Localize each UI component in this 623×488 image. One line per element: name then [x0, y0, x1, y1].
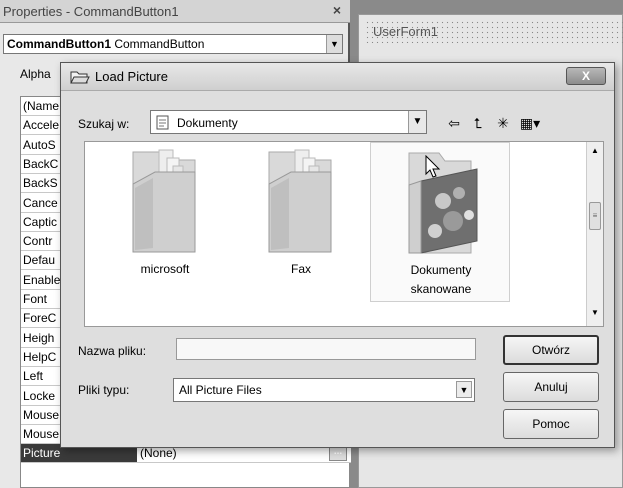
look-in-combo[interactable]: Dokumenty ▼ [150, 110, 427, 134]
property-name: AutoS [23, 137, 56, 152]
scroll-down-icon[interactable]: ▼ [587, 308, 603, 320]
property-name: HelpC [23, 349, 57, 364]
look-in-value: Dokumenty [177, 116, 238, 130]
file-list[interactable]: microsoft Fax Dokumenty skanowane ▲ ≡ ▼ [84, 141, 604, 327]
property-name: Defau [23, 253, 56, 268]
property-name: Heigh [23, 330, 55, 345]
open-folder-icon [70, 71, 90, 84]
dialog-title-bar[interactable]: Load Picture X [61, 63, 614, 91]
list-item[interactable]: microsoft [95, 142, 235, 302]
back-icon[interactable]: ⇦ [444, 113, 464, 133]
document-folder-icon [156, 115, 169, 130]
views-menu-icon[interactable]: ▦▾ [516, 113, 544, 133]
file-name: microsoft [140, 262, 190, 276]
object-selector[interactable]: CommandButton1 CommandButton ▼ [3, 34, 343, 54]
look-in-label: Szukaj w: [78, 117, 130, 131]
dialog-title: Load Picture [95, 69, 168, 84]
scroll-thumb[interactable]: ≡ [589, 202, 601, 230]
filetype-label: Pliki typu: [78, 383, 130, 397]
list-item[interactable]: Fax [231, 142, 371, 302]
properties-title: Properties - CommandButton1 [3, 4, 179, 19]
tab-alphabetic[interactable]: Alpha [12, 64, 62, 84]
property-name: Accele [23, 118, 60, 133]
property-name: Locke [23, 388, 56, 403]
folder-icon [132, 149, 196, 253]
file-name: Fax [290, 262, 311, 276]
property-name: BackC [23, 156, 59, 171]
file-list-scrollbar[interactable]: ▲ ≡ ▼ [586, 142, 603, 326]
load-picture-dialog: Load Picture X Szukaj w: Dokumenty ▼ ⇦ ⮤… [60, 62, 615, 448]
property-name: (Name [23, 99, 60, 113]
mouse-cursor-icon [425, 155, 441, 178]
property-name: Picture [23, 446, 61, 461]
property-name: Font [23, 292, 48, 306]
filetype-value: All Picture Files [179, 383, 262, 397]
property-name: Left [23, 369, 44, 384]
object-type: CommandButton [114, 37, 205, 51]
help-button[interactable]: Pomoc [503, 409, 599, 439]
object-name: CommandButton1 [7, 37, 111, 51]
dialog-close-button[interactable]: X [566, 67, 606, 85]
property-name: Mouse [23, 407, 60, 422]
property-name: Contr [23, 234, 53, 249]
filetype-select[interactable]: All Picture Files ▼ [173, 378, 475, 402]
property-name: Enable [23, 272, 61, 287]
open-button[interactable]: Otwórz [503, 335, 599, 365]
file-name: Dokumenty skanowane [410, 263, 472, 296]
properties-close-button[interactable]: × [329, 2, 345, 18]
chevron-down-icon[interactable]: ▼ [326, 35, 342, 53]
userform-title: UserForm1 [365, 21, 623, 43]
chevron-down-icon[interactable]: ▼ [456, 381, 472, 398]
property-name: Cance [23, 195, 58, 210]
properties-title-bar: Properties - CommandButton1 × [0, 0, 350, 23]
filename-input[interactable] [176, 338, 476, 360]
up-folder-icon[interactable]: ⮤ [468, 113, 488, 133]
new-folder-icon[interactable]: ✳ [493, 113, 513, 133]
property-name: BackS [23, 176, 58, 191]
scroll-up-icon[interactable]: ▲ [587, 146, 603, 158]
folder-icon [268, 149, 332, 253]
cancel-button[interactable]: Anuluj [503, 372, 599, 402]
property-name: ForeC [23, 311, 57, 326]
property-name: Captic [23, 214, 58, 229]
chevron-down-icon[interactable]: ▼ [408, 111, 426, 133]
filename-label: Nazwa pliku: [78, 344, 147, 358]
